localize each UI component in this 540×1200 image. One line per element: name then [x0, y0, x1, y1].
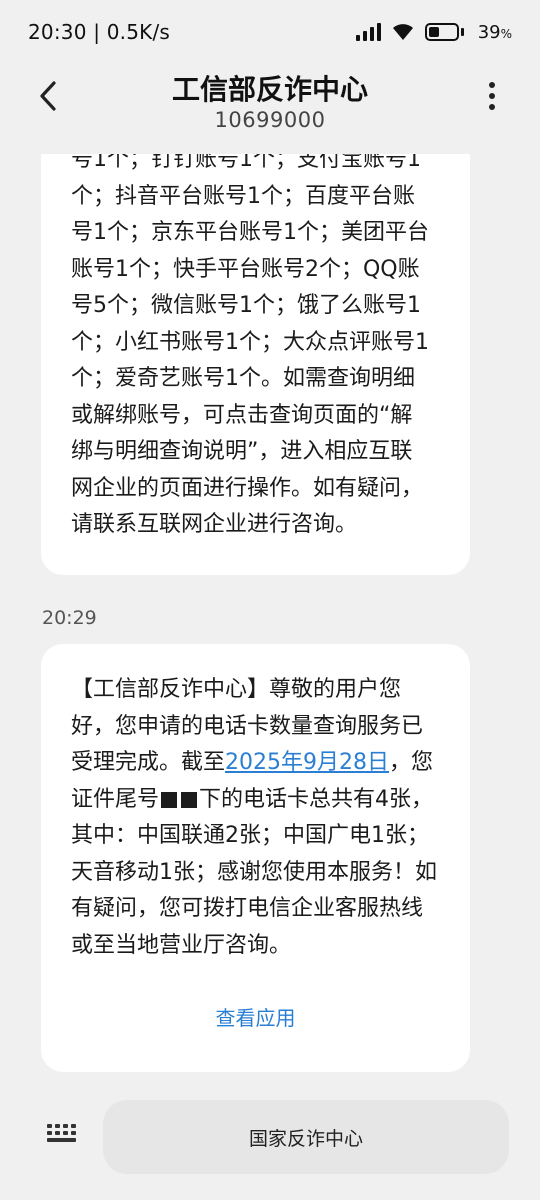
redaction-mark [161, 791, 178, 808]
message-line: 网企业的页面进行操作。如有疑问， [71, 475, 424, 501]
bottom-bar: 国家反诈中心 [0, 1090, 540, 1200]
message-line: 请联系互联网企业进行咨询。 [71, 512, 358, 537]
sender-name: 工信部反诈中心 [171, 73, 368, 106]
message-line: 号1个；京东平台账号1个；美团平台 [71, 220, 429, 245]
separator: | [93, 20, 101, 44]
message-timestamp: 20:29 [42, 607, 97, 629]
message-line: 号5个；微信账号1个；饿了么账号1 [71, 293, 421, 318]
status-left: 20:30 | 0.5K/s [28, 20, 170, 44]
status-right: 39% [355, 21, 512, 43]
wifi-icon [392, 24, 413, 40]
message-line: 绑与明细查询说明”，进入相应互联 [71, 439, 413, 464]
message-line: 个；小红书账号1个；大众点评账号1 [71, 329, 429, 355]
message-line: 或解绑账号，可点击查询页面的“解 [71, 402, 413, 428]
battery-icon [424, 23, 464, 41]
redaction-mark [181, 791, 198, 808]
signal-icon [355, 23, 381, 41]
battery-percent: 39% [477, 21, 512, 43]
keyboard-icon[interactable] [46, 1122, 76, 1144]
more-icon-dot [489, 93, 495, 99]
message-bubble[interactable]: 【工信部反诈中心】尊敬的用户您好，您申请的电话卡数量查询服务已受理完成。截至20… [41, 644, 470, 1072]
sender-number: 10699000 [214, 108, 326, 132]
more-icon-dot [489, 104, 495, 110]
message-list[interactable]: 号1个；钉钉账号1个；支付宝账号1 个；抖音平台账号1个；百度平台账 号1个；京… [0, 154, 540, 1090]
clock: 20:30 [28, 20, 87, 44]
more-icon-dot [489, 82, 495, 88]
view-app-button[interactable]: 查看应用 [71, 1000, 440, 1037]
message-bubble[interactable]: 号1个；钉钉账号1个；支付宝账号1 个；抖音平台账号1个；百度平台账 号1个；京… [41, 154, 470, 575]
message-line: 个；抖音平台账号1个；百度平台账 [71, 183, 415, 209]
message-line: 账号1个；快手平台账号2个；QQ账 [71, 256, 420, 282]
message-line: 个；爱奇艺账号1个。如需查询明细 [71, 366, 415, 391]
conversation-header: 工信部反诈中心 10699000 [0, 64, 540, 154]
network-speed: 0.5K/s [106, 20, 170, 44]
message-text: 【工信部反诈中心】尊敬的用户您好，您申请的电话卡数量查询服务已受理完成。截至20… [71, 677, 437, 958]
message-line: 号1个；钉钉账号1个；支付宝账号1 [71, 154, 421, 172]
service-menu-button[interactable]: 国家反诈中心 [103, 1100, 509, 1174]
status-bar: 20:30 | 0.5K/s 39% [0, 0, 540, 64]
date-link[interactable]: 2025年9月28日 [225, 750, 389, 775]
more-options-button[interactable] [482, 76, 502, 116]
